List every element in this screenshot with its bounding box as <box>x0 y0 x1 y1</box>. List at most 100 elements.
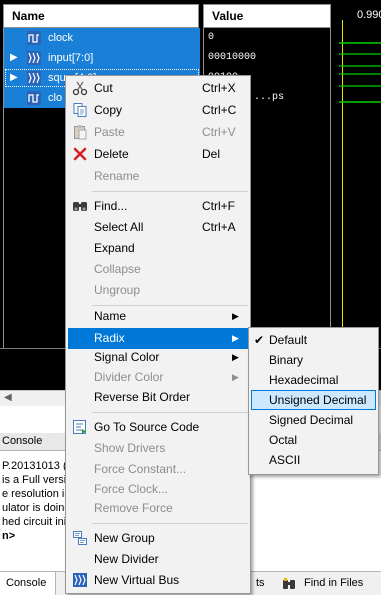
menu-item-shortcut: Del <box>202 147 221 161</box>
menu-item-label: Remove Force <box>94 501 173 515</box>
menu-item-go-to-source[interactable]: Go To Source Code <box>68 417 248 438</box>
menu-item-shortcut: Ctrl+X <box>202 81 236 95</box>
tab-console[interactable]: Console <box>0 572 56 595</box>
name-column-header[interactable]: Name <box>3 4 199 28</box>
menu-item-shortcut: Ctrl+A <box>202 220 236 234</box>
console-line: e resolution is <box>2 488 70 500</box>
menu-item-collapse[interactable]: Collapse <box>68 259 248 280</box>
menu-item-label: Divider Color <box>94 370 164 384</box>
menu-item-label: Select All <box>94 220 144 234</box>
context-menu: Cut Ctrl+X Copy Ctrl+C Paste Ctrl+V Dele… <box>65 75 251 594</box>
radix-item-label: Default <box>269 333 308 347</box>
menu-item-paste[interactable]: Paste Ctrl+V <box>68 122 248 143</box>
radix-item-unsigned-decimal[interactable]: Unsigned Decimal <box>251 390 376 410</box>
menu-item-name[interactable]: Name ▶ <box>68 306 248 327</box>
radix-item-binary[interactable]: Binary <box>251 350 376 370</box>
menu-item-shortcut: Ctrl+F <box>202 199 235 213</box>
menu-item-expand[interactable]: Expand <box>68 238 248 259</box>
menu-item-cut[interactable]: Cut Ctrl+X <box>68 78 248 99</box>
menu-item-new-group[interactable]: New Group <box>68 528 248 549</box>
console-prompt: n> <box>2 530 16 542</box>
menu-item-show-drivers[interactable]: Show Drivers <box>68 438 248 459</box>
signal-name: clo <box>48 92 63 104</box>
tab-find-in-files[interactable]: Find in Files Resu <box>276 572 381 595</box>
radix-item-default[interactable]: ✔ Default <box>251 330 376 350</box>
menu-item-label: New Divider <box>94 552 159 566</box>
signal-value: 0 <box>208 32 215 43</box>
menu-item-label: Radix <box>94 331 125 345</box>
signal-value: 00010000 <box>208 52 257 63</box>
signal-row-clock[interactable]: clock <box>4 28 200 48</box>
menu-item-new-virtual-bus[interactable]: New Virtual Bus <box>68 570 248 591</box>
radix-item-hexadecimal[interactable]: Hexadecimal <box>251 370 376 390</box>
menu-item-divider-color[interactable]: Divider Color ▶ <box>68 367 248 388</box>
expand-triangle-icon[interactable]: ▶ <box>10 52 18 63</box>
menu-item-shortcut: Ctrl+V <box>202 125 236 139</box>
menu-item-delete[interactable]: Delete Del <box>68 144 248 165</box>
console-line: hed circuit init <box>2 516 70 528</box>
menu-item-radix[interactable]: Radix ▶ <box>68 328 248 349</box>
menu-item-label: Cut <box>94 81 113 95</box>
menu-item-label: Collapse <box>94 262 141 276</box>
console-line: is a Full versi <box>2 474 67 486</box>
menu-item-select-all[interactable]: Select All Ctrl+A <box>68 217 248 238</box>
menu-item-label: New Group <box>94 531 155 545</box>
signal-row-input[interactable]: ▶ input[7:0] <box>4 48 200 68</box>
scissors-icon <box>72 81 88 96</box>
copy-icon <box>73 103 87 117</box>
submenu-arrow-icon: ▶ <box>232 352 239 362</box>
menu-item-signal-color[interactable]: Signal Color ▶ <box>68 347 248 368</box>
virtual-bus-icon <box>73 573 87 587</box>
submenu-arrow-icon: ▶ <box>232 372 239 382</box>
menu-item-remove-force[interactable]: Remove Force <box>68 498 248 519</box>
paste-icon <box>74 125 87 140</box>
menu-item-shortcut: Ctrl+C <box>202 103 237 117</box>
menu-separator <box>92 412 248 413</box>
menu-item-label: Paste <box>94 125 125 139</box>
menu-item-label: Go To Source Code <box>94 420 200 434</box>
value-column-header[interactable]: Value <box>203 4 331 28</box>
tab-find-label: Find in Files Resu <box>304 577 364 589</box>
menu-separator <box>92 191 248 192</box>
tab-objects[interactable]: ts <box>250 572 274 595</box>
menu-item-label: Force Clock... <box>94 482 169 496</box>
menu-item-force-constant[interactable]: Force Constant... <box>68 459 248 480</box>
submenu-arrow-icon: ▶ <box>232 311 239 321</box>
menu-item-label: Ungroup <box>94 283 141 297</box>
menu-item-label: Force Constant... <box>94 462 187 476</box>
radix-item-label: Unsigned Decimal <box>269 393 367 407</box>
waveform-display[interactable] <box>335 20 381 348</box>
menu-item-copy[interactable]: Copy Ctrl+C <box>68 100 248 121</box>
radix-item-signed-decimal[interactable]: Signed Decimal <box>251 410 376 430</box>
radix-item-label: Binary <box>269 353 304 367</box>
signal-name: clock <box>48 32 74 44</box>
radix-item-label: Octal <box>269 433 298 447</box>
radix-submenu: ✔ Default Binary Hexadecimal Unsigned De… <box>248 327 379 475</box>
menu-item-reverse-bit-order[interactable]: Reverse Bit Order <box>68 387 248 408</box>
menu-separator <box>92 523 248 524</box>
menu-item-label: Reverse Bit Order <box>94 390 191 404</box>
scroll-left-icon[interactable]: ◀ <box>4 392 12 403</box>
console-panel-title: Console <box>2 435 43 447</box>
console-line: ulator is doing <box>2 502 71 514</box>
menu-item-force-clock[interactable]: Force Clock... <box>68 479 248 500</box>
radix-item-octal[interactable]: Octal <box>251 430 376 450</box>
menu-item-label: Show Drivers <box>94 441 166 455</box>
expand-triangle-icon[interactable]: ▶ <box>10 72 18 83</box>
menu-item-ungroup[interactable]: Ungroup <box>68 280 248 301</box>
console-line: P.20131013 ( <box>2 460 67 472</box>
submenu-arrow-icon: ▶ <box>232 333 239 343</box>
new-group-icon <box>73 531 87 545</box>
bus-signal-icon <box>27 71 41 85</box>
source-code-icon <box>73 420 86 434</box>
menu-item-label: Delete <box>94 147 129 161</box>
checkmark-icon: ✔ <box>254 333 265 347</box>
logic-signal-icon <box>27 31 41 45</box>
menu-item-label: Rename <box>94 169 140 183</box>
radix-item-ascii[interactable]: ASCII <box>251 450 376 470</box>
menu-item-find[interactable]: Find... Ctrl+F <box>68 196 248 217</box>
menu-item-rename[interactable]: Rename <box>68 166 248 187</box>
binoculars-icon <box>73 202 87 211</box>
menu-item-label: Expand <box>94 241 135 255</box>
menu-item-new-divider[interactable]: New Divider <box>68 549 248 570</box>
